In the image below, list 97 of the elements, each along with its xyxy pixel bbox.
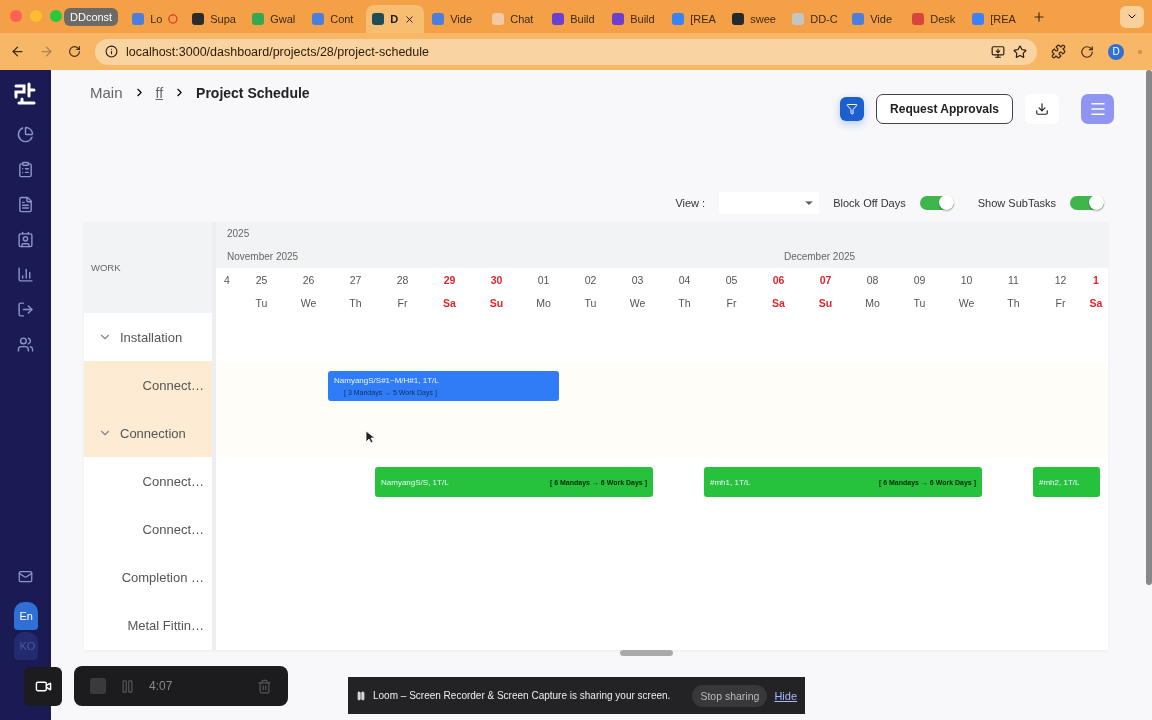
block-off-days-label: Block Off Days <box>833 197 906 209</box>
day-number: 11 <box>1007 273 1020 286</box>
work-column-header: WORK <box>84 222 212 313</box>
weekday-label: Sa <box>771 296 786 309</box>
camera-button[interactable] <box>24 667 62 706</box>
month-label: November 2025 <box>226 251 300 262</box>
bookmark-icon[interactable] <box>1013 44 1027 59</box>
day-number: 25 <box>254 273 269 286</box>
hide-link[interactable]: Hide <box>774 689 797 702</box>
view-label: View : <box>675 197 706 209</box>
weekday-label: We <box>628 296 647 309</box>
day-number: 09 <box>912 273 927 286</box>
horizontal-scrollbar[interactable] <box>620 650 673 656</box>
weekday-label: Sa <box>1088 296 1104 309</box>
site-info-icon[interactable] <box>105 45 118 58</box>
install-app-icon[interactable] <box>991 44 1005 59</box>
show-subtasks-toggle[interactable] <box>1070 196 1104 210</box>
download-icon <box>1035 102 1049 116</box>
address-field[interactable]: localhost:3000/dashboard/projects/28/project-schedule <box>95 38 1037 65</box>
day-number: 27 <box>348 273 363 286</box>
bar-title: NamyangS/S, 1T/L <box>381 477 449 487</box>
weekday-label: Fr <box>396 296 409 309</box>
recording-icon <box>168 14 179 24</box>
day-number: 01 <box>536 273 551 286</box>
day-number: 05 <box>724 273 739 286</box>
browser-tab[interactable]: D <box>366 5 425 33</box>
day-number: 03 <box>630 273 645 286</box>
weekday-label: Fr <box>1054 296 1067 309</box>
plus-icon <box>1032 9 1047 24</box>
logout-icon[interactable] <box>17 301 34 318</box>
day-number: 06 <box>771 273 786 286</box>
breadcrumb-link[interactable]: Main <box>90 84 123 101</box>
breadcrumb-link[interactable]: ff <box>155 84 164 101</box>
weekday-label: Th <box>1006 296 1021 309</box>
bar-title: NamyangS/S#1~M/H#1, 1T/L <box>334 376 440 385</box>
close-tab-icon[interactable] <box>404 13 416 25</box>
day-number: 26 <box>301 273 316 286</box>
mouse-pointer-icon <box>365 430 375 444</box>
language-button[interactable]: En <box>13 602 38 630</box>
filter-button[interactable] <box>840 97 865 121</box>
month-label: December 2025 <box>782 251 857 262</box>
day-number: 08 <box>865 273 880 286</box>
weekday-label: Th <box>348 296 363 309</box>
reload-button[interactable] <box>68 45 81 58</box>
download-button[interactable] <box>1025 94 1059 124</box>
task-row[interactable]: Connect… <box>84 361 212 409</box>
users-icon[interactable] <box>17 336 34 353</box>
weekday-label: Th <box>677 296 692 309</box>
block-off-days-toggle[interactable] <box>919 196 954 210</box>
weekday-label: We <box>957 296 976 309</box>
document-icon[interactable] <box>17 196 34 213</box>
day-number: 28 <box>395 273 410 286</box>
weekday-label: Su <box>817 296 834 309</box>
back-button[interactable] <box>10 44 25 59</box>
filter-icon <box>846 102 859 116</box>
pie-chart-icon[interactable] <box>17 126 34 143</box>
pause-icon <box>356 690 366 701</box>
menu-icon <box>1088 100 1107 118</box>
profile-avatar[interactable]: D <box>1108 43 1124 60</box>
request-approvals-button[interactable]: Request Approvals <box>876 94 1013 124</box>
day-number: 29 <box>442 273 457 286</box>
page-title: Project Schedule <box>196 84 310 101</box>
weekday-label: Sa <box>442 296 457 309</box>
sharing-notice-text: Loom – Screen Recorder & Screen Capture is sharing your screen. <box>373 690 671 701</box>
day-number: 4 <box>223 273 231 286</box>
stop-sharing-button[interactable]: Stop sharing <box>692 684 768 707</box>
weekday-label: Mo <box>535 296 552 309</box>
mail-icon[interactable] <box>18 569 33 584</box>
bar-chart-icon[interactable] <box>17 266 34 283</box>
weekday-label: Tu <box>912 296 927 309</box>
day-number: 30 <box>489 273 504 286</box>
weekday-label: We <box>299 296 318 309</box>
weekday-label: Su <box>488 296 505 309</box>
url-text: localhost:3000/dashboard/projects/28/project-schedule <box>126 44 430 59</box>
day-number: 04 <box>677 273 692 286</box>
group-row[interactable]: Connection <box>84 409 212 457</box>
day-number: 12 <box>1053 273 1068 286</box>
bar-title: #mh2, 1T/L <box>1039 477 1080 487</box>
sync-button[interactable] <box>1080 44 1094 59</box>
weekday-label: Mo <box>864 296 881 309</box>
recording-time: 4:07 <box>149 679 173 693</box>
day-number: 1 <box>1092 273 1100 286</box>
year-label: 2025 <box>226 228 251 239</box>
contact-card-icon[interactable] <box>17 231 34 248</box>
day-number: 02 <box>583 273 598 286</box>
checklist-icon[interactable] <box>17 161 34 178</box>
day-number: 10 <box>959 273 974 286</box>
show-subtasks-label: Show SubTasks <box>977 197 1056 209</box>
bar-title: #mh1, 1T/L <box>710 477 751 487</box>
weekday-label: Tu <box>583 296 598 309</box>
weekday-label: Fr <box>725 296 738 309</box>
day-number: 07 <box>818 273 833 286</box>
tab-group-label[interactable]: DDconst <box>64 7 119 26</box>
weekday-label: Tu <box>254 296 269 309</box>
menu-button[interactable] <box>1081 94 1114 124</box>
extensions-button[interactable] <box>1051 44 1066 59</box>
vertical-scrollbar[interactable] <box>1146 70 1152 585</box>
